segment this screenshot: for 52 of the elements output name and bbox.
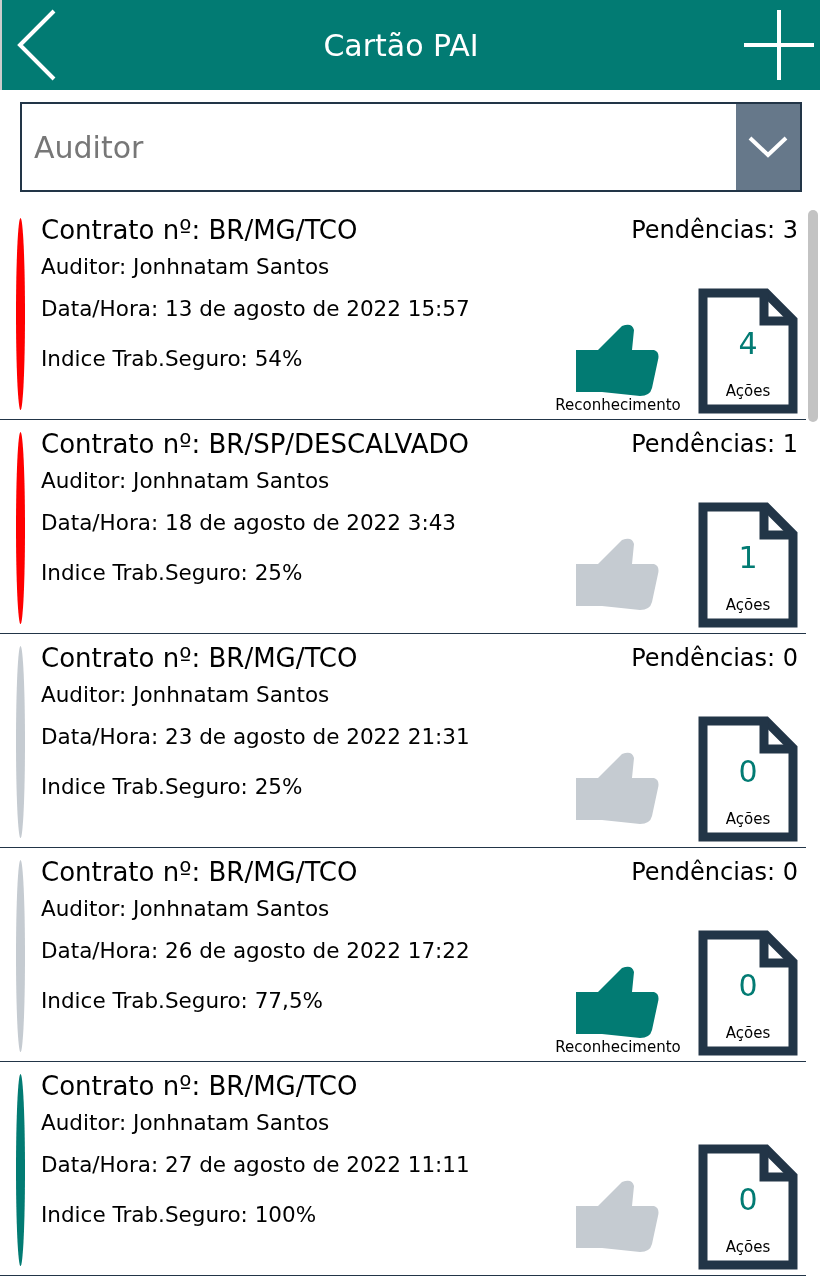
document-icon[interactable] [698, 502, 798, 628]
audit-card[interactable]: Contrato nº: BR/MG/TCO Auditor: Jonhnatam Santos Data/Hora: 23 de agosto de 2022 21:31 Indice Trab.Seguro: 25% Pendências: 0 0 Ações [0, 634, 806, 848]
audit-card[interactable]: Contrato nº: BR/MG/TCO Auditor: Jonhnatam Santos Data/Hora: 27 de agosto de 2022 11:11 Indice Trab.Seguro: 100% 0 Ações [0, 1062, 806, 1276]
document-icon[interactable] [698, 930, 798, 1056]
chevron-down-icon [748, 136, 788, 158]
recognition-label: Reconhecimento [555, 396, 681, 414]
index-text: Indice Trab.Seguro: 100% [41, 1201, 318, 1229]
actions-label: Ações [724, 1238, 772, 1256]
auditor-text: Auditor: Jonhnatam Santos [41, 467, 331, 495]
actions-count: 0 [737, 1182, 759, 1217]
datetime-text: Data/Hora: 26 de agosto de 2022 17:22 [41, 937, 471, 965]
contract-text: Contrato nº: BR/MG/TCO [41, 1070, 359, 1103]
audit-card[interactable]: Contrato nº: BR/SP/DESCALVADO Auditor: Jonhnatam Santos Data/Hora: 18 de agosto de 2022 3:43 Indice Trab.Seguro: 25% Pendências: 1 1 Ações [0, 420, 806, 634]
datetime-text: Data/Hora: 13 de agosto de 2022 15:57 [41, 295, 471, 323]
contract-text: Contrato nº: BR/MG/TCO [41, 856, 359, 889]
contract-text: Contrato nº: BR/MG/TCO [41, 214, 359, 247]
contract-text: Contrato nº: BR/SP/DESCALVADO [41, 428, 470, 461]
contract-text: Contrato nº: BR/MG/TCO [41, 642, 359, 675]
document-icon[interactable] [698, 1144, 798, 1270]
auditor-text: Auditor: Jonhnatam Santos [41, 1109, 331, 1137]
auditor-text: Auditor: Jonhnatam Santos [41, 253, 331, 281]
pending-count: Pendências: 0 [631, 644, 798, 672]
actions-count: 1 [737, 540, 759, 575]
index-text: Indice Trab.Seguro: 54% [41, 345, 304, 373]
auditor-text: Auditor: Jonhnatam Santos [41, 895, 331, 923]
index-text: Indice Trab.Seguro: 25% [41, 773, 304, 801]
dropdown-toggle[interactable] [736, 104, 800, 190]
datetime-text: Data/Hora: 23 de agosto de 2022 21:31 [41, 723, 471, 751]
index-text: Indice Trab.Seguro: 25% [41, 559, 304, 587]
datetime-text: Data/Hora: 27 de agosto de 2022 11:11 [41, 1151, 471, 1179]
recognition-label: Reconhecimento [555, 1038, 681, 1056]
actions-count: 0 [737, 754, 759, 789]
actions-label: Ações [724, 810, 772, 828]
actions-label: Ações [724, 382, 772, 400]
pending-count: Pendências: 1 [631, 430, 798, 458]
auditor-text: Auditor: Jonhnatam Santos [41, 681, 331, 709]
add-button[interactable] [744, 10, 814, 80]
audit-card[interactable]: Contrato nº: BR/MG/TCO Auditor: Jonhnatam Santos Data/Hora: 26 de agosto de 2022 17:22 Indice Trab.Seguro: 77,5% Pendências: 0 Reconhecimento 0 Ações [0, 848, 806, 1062]
document-icon[interactable] [698, 716, 798, 842]
index-text: Indice Trab.Seguro: 77,5% [41, 987, 324, 1015]
actions-count: 4 [737, 326, 759, 361]
pending-count: Pendências: 0 [631, 858, 798, 886]
actions-label: Ações [724, 1024, 772, 1042]
datetime-text: Data/Hora: 18 de agosto de 2022 3:43 [41, 509, 458, 537]
screen-title: Cartão PAI [323, 27, 479, 63]
document-icon[interactable] [698, 288, 798, 414]
actions-label: Ações [724, 596, 772, 614]
audit-card[interactable]: Contrato nº: BR/MG/TCO Auditor: Jonhnatam Santos Data/Hora: 13 de agosto de 2022 15:57 Indice Trab.Seguro: 54% Pendências: 3 Reconhecimento 4 Ações [0, 206, 806, 420]
scrollbar-thumb[interactable] [808, 210, 818, 422]
actions-count: 0 [737, 968, 759, 1003]
pending-count: Pendências: 3 [631, 216, 798, 244]
back-button[interactable] [16, 9, 58, 81]
